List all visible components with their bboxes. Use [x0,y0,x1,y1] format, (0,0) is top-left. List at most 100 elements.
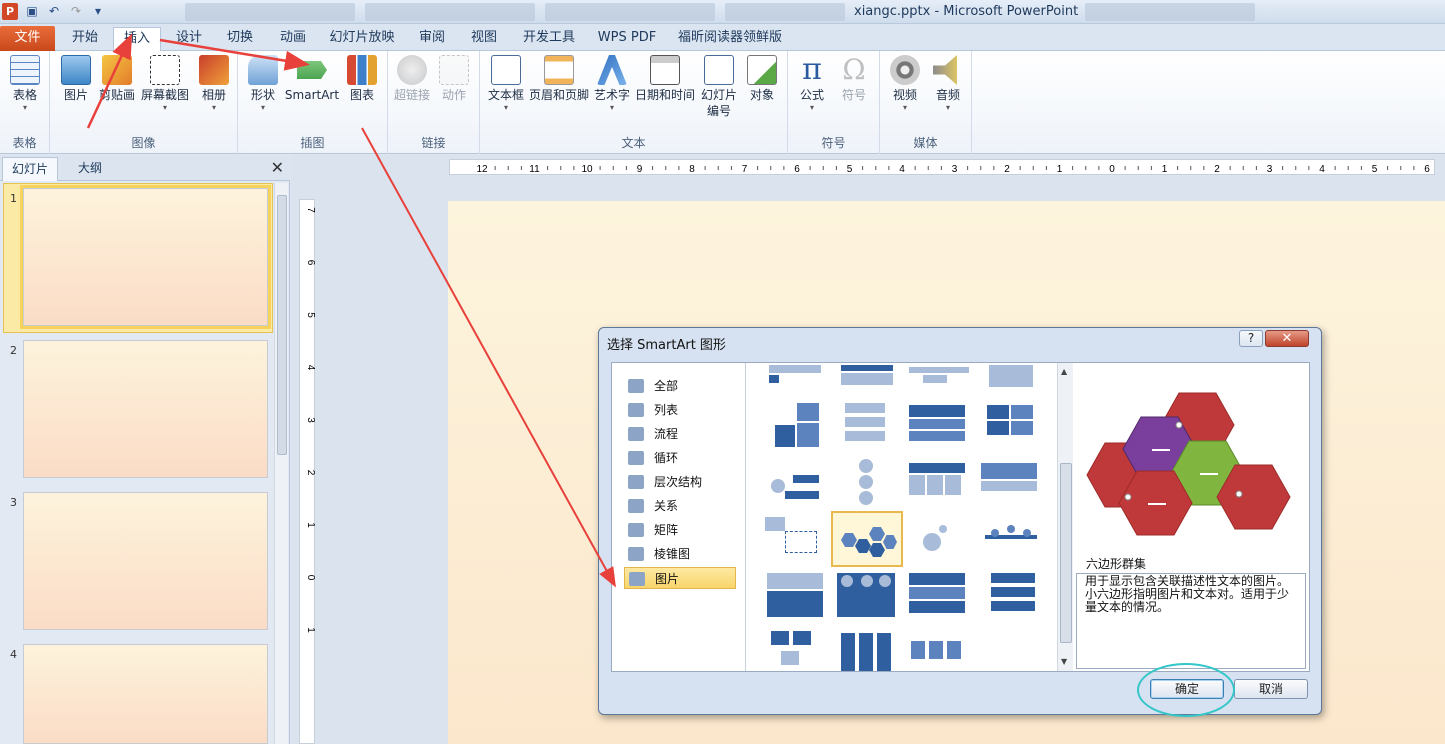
calendar-icon [650,55,680,85]
close-icon[interactable]: ✕ [271,158,284,177]
category-cycle[interactable]: 循环 [624,447,736,469]
tab-insert[interactable]: 插入 [113,27,161,52]
layout-item[interactable] [977,363,1045,387]
tab-view[interactable]: 视图 [462,27,506,51]
layout-item[interactable] [905,625,973,671]
category-all[interactable]: 全部 [624,375,736,397]
scroll-down-icon[interactable]: ▼ [1061,657,1067,666]
picture-button[interactable]: 图片 [56,55,96,103]
window-title: xiangc.pptx - Microsoft PowerPoint [854,4,1079,19]
layout-item[interactable] [905,569,973,623]
slide-number-button[interactable]: 幻灯片 编号 [696,55,742,119]
layout-item[interactable] [977,455,1045,509]
hyperlink-button[interactable]: 超链接 [392,55,432,103]
clipart-button[interactable]: 剪贴画 [96,55,138,103]
equation-button[interactable]: π 公式 ▾ [792,55,832,113]
category-process[interactable]: 流程 [624,423,736,445]
category-pyramid[interactable]: 棱锥图 [624,543,736,565]
powerpoint-app-icon[interactable]: P [2,3,18,20]
layout-item[interactable] [977,399,1045,453]
customize-qat-icon[interactable]: ▾ [90,3,106,19]
category-hierarchy[interactable]: 层次结构 [624,471,736,493]
shapes-button[interactable]: 形状 ▾ [244,55,282,113]
action-icon [439,55,469,85]
gallery-scrollbar[interactable]: ▲ ▼ [1057,363,1073,671]
layout-item[interactable] [761,363,829,387]
header-footer-button[interactable]: 页眉和页脚 [528,55,590,103]
tab-slides[interactable]: 幻灯片 [2,157,58,181]
slides-panel-tabs: 幻灯片 大纲 ✕ [0,155,290,181]
symbol-button[interactable]: Ω 符号 [834,55,874,103]
header-footer-icon [544,55,574,85]
wordart-button[interactable]: 艺术字 ▾ [592,55,632,113]
layout-item[interactable] [833,625,901,671]
audio-button[interactable]: 音频 ▾ [928,55,968,113]
layout-item[interactable] [977,569,1045,623]
tab-design[interactable]: 设计 [167,27,211,51]
slide-thumbnail-4[interactable] [23,644,268,744]
category-list-item[interactable]: 列表 [624,399,736,421]
tab-wps-pdf[interactable]: WPS PDF [592,27,662,51]
tab-slideshow[interactable]: 幻灯片放映 [323,27,401,51]
slide-thumbnail-1[interactable] [23,188,268,326]
preview-description: 用于显示包含关联描述性文本的图片。小六边形指明图片和文本对。适用于少量文本的情况… [1076,573,1306,669]
speaker-icon [933,55,957,85]
tab-outline[interactable]: 大纲 [60,157,120,181]
category-matrix[interactable]: 矩阵 [624,519,736,541]
photo-album-button[interactable]: 相册 ▾ [194,55,234,113]
cancel-button[interactable]: 取消 [1234,679,1308,699]
slides-scrollbar[interactable] [274,183,288,744]
layout-item[interactable] [905,455,973,509]
help-button[interactable]: ? [1239,330,1263,347]
layout-item[interactable] [905,363,973,387]
video-button[interactable]: 视频 ▾ [884,55,926,113]
textbox-button[interactable]: 文本框 ▾ [484,55,528,113]
smartart-button[interactable]: SmartArt [284,55,340,103]
layout-item[interactable] [761,511,829,565]
action-button[interactable]: 动作 [434,55,474,103]
screenshot-button[interactable]: 屏幕截图 ▾ [140,55,190,113]
chart-button[interactable]: 图表 [342,55,382,103]
undo-icon[interactable]: ↶ [46,3,62,19]
layout-item[interactable] [761,399,829,453]
layout-item[interactable] [905,399,973,453]
layout-item[interactable] [833,569,901,623]
tab-developer[interactable]: 开发工具 [514,27,584,51]
layout-item[interactable] [905,511,973,565]
tab-transitions[interactable]: 切换 [218,27,262,51]
ruler-label: 5 [1372,164,1378,175]
slide-thumbnail-3[interactable] [23,492,268,630]
redo-icon[interactable]: ↷ [68,3,84,19]
slide-thumbnail-2[interactable] [23,340,268,478]
tab-animations[interactable]: 动画 [270,27,316,51]
picture-icon [629,572,645,586]
ruler-label: 3 [952,164,958,175]
process-icon [628,427,644,441]
scroll-up-icon[interactable]: ▲ [1061,367,1067,376]
layout-item[interactable] [761,455,829,509]
layout-item[interactable] [833,399,901,453]
layout-item[interactable] [833,363,901,387]
object-button[interactable]: 对象 [742,55,782,103]
group-label: 图像 [131,136,156,150]
tab-foxit[interactable]: 福昕阅读器领鲜版 [670,27,790,51]
datetime-button[interactable]: 日期和时间 [634,55,696,103]
scrollbar-thumb[interactable] [277,195,287,455]
layout-item[interactable] [761,569,829,623]
category-relationship[interactable]: 关系 [624,495,736,517]
layout-item[interactable] [761,625,829,671]
category-picture[interactable]: 图片 [624,567,736,589]
tab-home[interactable]: 开始 [62,27,108,51]
dialog-close-button[interactable]: ✕ [1265,330,1309,347]
group-label: 表格 [12,136,37,150]
layout-item-hexagon-cluster[interactable] [831,511,903,567]
layout-item[interactable] [833,455,901,509]
tab-review[interactable]: 审阅 [410,27,454,51]
table-button[interactable]: 表格 ▾ [6,55,44,113]
layout-item[interactable] [977,511,1045,565]
ruler-label: 0 [1109,164,1115,175]
connector-dot [1235,490,1243,498]
tab-file[interactable]: 文件 [0,26,55,51]
save-icon[interactable]: ▣ [24,3,40,19]
scrollbar-thumb[interactable] [1060,463,1072,643]
